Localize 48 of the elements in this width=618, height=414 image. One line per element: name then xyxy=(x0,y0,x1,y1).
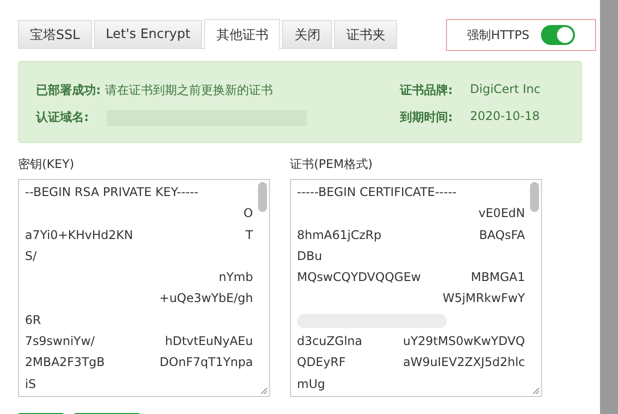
deployed-message: 请在证书到期之前更换新的证书 xyxy=(104,82,273,99)
text-fragment: 2MBA2F3TgB xyxy=(25,354,105,372)
text-fragment: S/ xyxy=(25,248,37,265)
text-fragment: MQswCQYDVQQGEw xyxy=(297,269,421,286)
text-fragment: 8hmA61jCzRp xyxy=(297,226,382,244)
toggle-switch[interactable] xyxy=(541,25,576,45)
key-label: 密钥(KEY) xyxy=(18,156,76,173)
key-textarea[interactable]: --BEGIN RSA PRIVATE KEY----- O a7Yi0+KHvHd2KN T S/ nYmb +uQe3wYbE/gh 6R 7s9swniYw/ hDtvtEuNyAEu 2MBA2F3TgB DOnF7qT1Ynpa iS xyxy=(18,179,270,397)
resize-grip-icon[interactable] xyxy=(260,386,267,394)
force-https-label: 强制HTTPS xyxy=(467,26,530,44)
scrollbar-thumb[interactable] xyxy=(258,182,267,212)
text-fragment: iS xyxy=(25,376,36,393)
text-fragment: 6R xyxy=(25,312,41,329)
text-fragment: vE0EdN xyxy=(478,205,525,222)
text-fragment: 7s9swniYw/ xyxy=(25,333,95,350)
text-fragment: --BEGIN RSA PRIVATE KEY----- xyxy=(25,184,198,201)
text-fragment: mUg xyxy=(297,376,326,393)
domain-label: 认证域名: xyxy=(36,109,89,126)
text-fragment: hDtvtEuNyAEu xyxy=(164,333,253,350)
text-fragment: d3cuZGlna xyxy=(297,333,362,350)
text-fragment: uY29tMS0wKwYDVQ xyxy=(402,333,525,350)
text-fragment: O xyxy=(244,205,253,222)
certificate-textarea[interactable]: -----BEGIN CERTIFICATE----- vE0EdN 8hmA61jCzRp BAQsFA DBu MQswCQYDVQQGEw MBMGA1 W5jMRkwFwY d3cuZGlna uY29tMS0wKwYDVQ QDEyRF aW9uIEV2ZXJ5d2hlc mUg xyxy=(290,179,542,397)
tab[interactable]: 宝塔SSL xyxy=(18,20,92,48)
deployed-label: 已部署成功: xyxy=(36,82,101,99)
brand-value: DigiCert Inc xyxy=(470,82,542,98)
text-fragment: +uQe3wYbE/gh xyxy=(159,290,253,308)
text-fragment: a7Yi0+KHvHd2KN xyxy=(25,226,134,244)
expiry-label: 到期时间: xyxy=(400,109,454,126)
tab[interactable]: 证书夹 xyxy=(334,20,398,48)
text-fragment: aW9uIEV2ZXJ5d2hlc xyxy=(403,354,525,372)
text-fragment: DOnF7qT1Ynpa xyxy=(160,354,253,372)
expiry-value: 2020-10-18 xyxy=(470,109,541,125)
brand-label: 证书品牌: xyxy=(400,82,454,99)
text-fragment: T xyxy=(246,226,253,244)
resize-grip-icon[interactable] xyxy=(532,386,539,394)
scrollbar-thumb[interactable] xyxy=(530,182,539,212)
text-fragment: MBMGA1 xyxy=(470,269,525,286)
tab[interactable]: Let's Encrypt xyxy=(94,20,202,48)
certificate-label: 证书(PEM格式) xyxy=(290,156,374,173)
tab[interactable]: 其他证书 xyxy=(204,19,280,49)
tab[interactable]: 关闭 xyxy=(282,20,332,48)
text-fragment: -----BEGIN CERTIFICATE----- xyxy=(297,184,457,201)
text-fragment: QDEyRF xyxy=(297,354,346,372)
text-fragment: nYmb xyxy=(218,269,253,286)
text-fragment: W5jMRkwFwY xyxy=(442,290,525,308)
text-fragment: DBu xyxy=(297,248,322,265)
text-fragment: BAQsFA xyxy=(479,226,525,244)
